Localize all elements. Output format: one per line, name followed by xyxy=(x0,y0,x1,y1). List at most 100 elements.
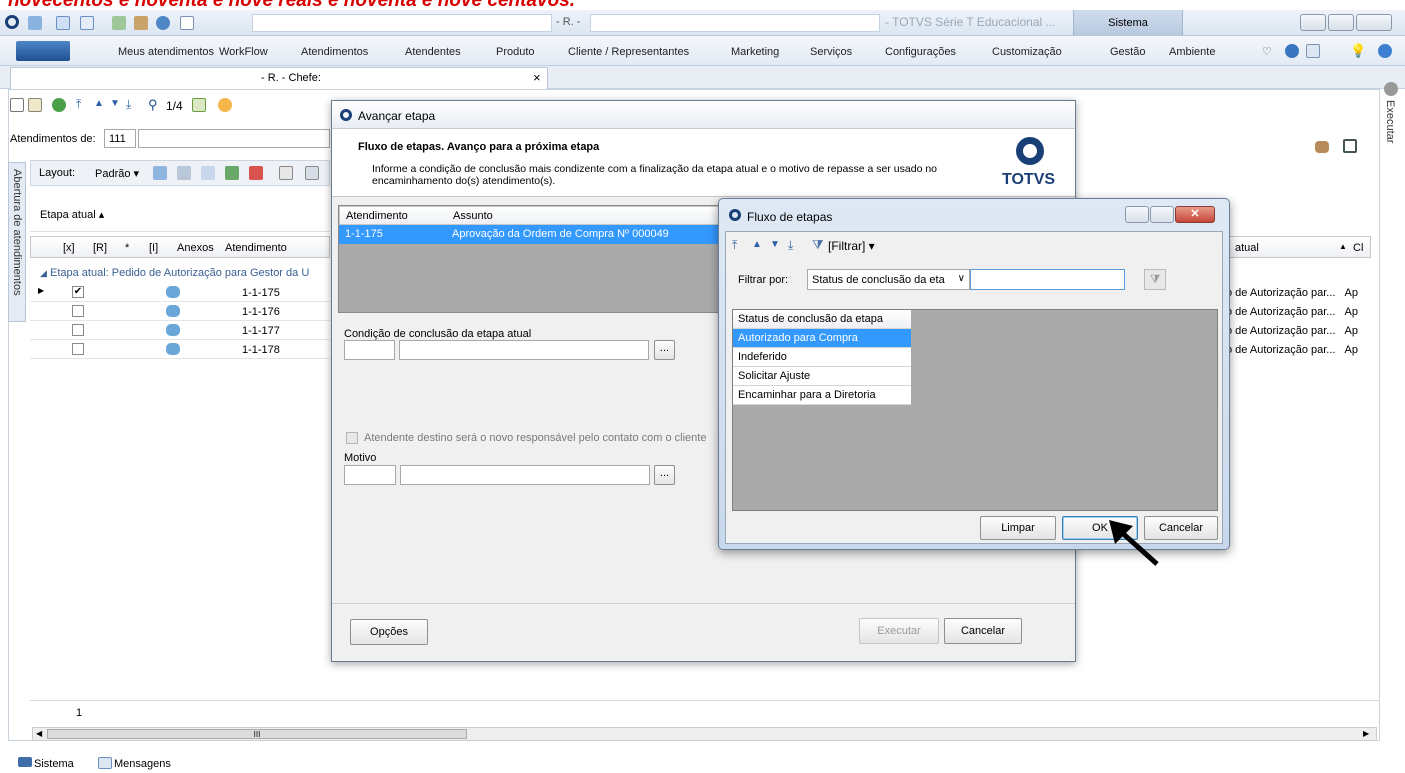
menu-atendimentos[interactable]: Atendimentos xyxy=(301,46,368,58)
first-icon[interactable]: ⤒ xyxy=(76,97,81,112)
cond-browse-button[interactable]: ... xyxy=(654,340,675,360)
document-tab-close-icon[interactable]: × xyxy=(533,70,541,85)
layout-save-icon[interactable] xyxy=(153,166,167,180)
globe-icon[interactable] xyxy=(156,16,170,30)
col-header-etapa-atual[interactable]: atual xyxy=(1235,242,1259,254)
col-header-star[interactable]: * xyxy=(125,242,129,254)
group-by-chip[interactable]: Etapa atual ▴ xyxy=(40,208,104,221)
menu-meus-atendimentos[interactable]: Meus atendimentos xyxy=(118,46,214,58)
novo-responsavel-checkbox[interactable] xyxy=(346,432,358,444)
layout-load-icon[interactable] xyxy=(177,166,191,180)
fluxo-minimize-button[interactable] xyxy=(1125,206,1149,223)
window-icon[interactable] xyxy=(80,16,94,30)
fluxo-first-icon[interactable]: ⤒ xyxy=(732,238,737,253)
fluxo-maximize-button[interactable] xyxy=(1150,206,1174,223)
motivo-code-input[interactable] xyxy=(344,465,396,485)
menu-ambiente[interactable]: Ambiente xyxy=(1169,46,1215,58)
menu-atendentes[interactable]: Atendentes xyxy=(405,46,461,58)
filtrar-por-select[interactable]: Status de conclusão da eta ∨ xyxy=(807,269,970,290)
table-row[interactable]: ▶ ✔ 1-1-175 xyxy=(30,284,330,302)
sort-asc-icon[interactable]: ▲ xyxy=(1339,242,1347,251)
filtrar-menu[interactable]: [Filtrar] ▾ xyxy=(828,239,875,253)
layout-import-icon[interactable] xyxy=(249,166,263,180)
list-item[interactable]: Encaminhar para a Diretoria xyxy=(733,386,911,405)
quick-access-icon[interactable] xyxy=(28,16,42,30)
bulb-icon[interactable]: 💡 xyxy=(1350,43,1366,59)
table-row[interactable]: 1-1-176 xyxy=(30,303,330,321)
menu-customizacao[interactable]: Customização xyxy=(992,46,1062,58)
col-header-anexos[interactable]: Anexos xyxy=(177,242,214,254)
motivo-browse-button[interactable]: ... xyxy=(654,465,675,485)
scroll-right-icon[interactable]: ▶ xyxy=(1363,729,1369,738)
fluxo-next-icon[interactable]: ▼ xyxy=(770,239,780,250)
avancar-grid-row[interactable]: 1-1-175 Aprovação da Ordem de Compra Nº … xyxy=(339,225,722,244)
table-row[interactable]: 1-1-178 xyxy=(30,341,330,359)
layout-preset-dropdown[interactable]: Padrão ▾ xyxy=(95,167,139,180)
limpar-button[interactable]: Limpar xyxy=(980,516,1056,540)
refresh-icon[interactable] xyxy=(52,98,66,112)
minimize-button[interactable] xyxy=(1300,14,1326,31)
layout-columns-icon[interactable] xyxy=(201,166,215,180)
close-window-button[interactable] xyxy=(1356,14,1392,31)
user-icon[interactable] xyxy=(1315,141,1329,153)
layout-config-icon[interactable] xyxy=(305,166,319,180)
list-item[interactable]: Solicitar Ajuste xyxy=(733,367,911,386)
document-tab[interactable]: - R. - Chefe: × xyxy=(10,67,548,89)
export-icon[interactable] xyxy=(218,98,232,112)
new-icon[interactable] xyxy=(10,98,24,112)
apply-filter-icon[interactable]: ⧩ xyxy=(1144,269,1166,290)
binoculars-icon[interactable]: ⚲ xyxy=(148,97,158,113)
fluxo-prev-icon[interactable]: ▲ xyxy=(752,239,762,250)
new-doc-icon[interactable] xyxy=(56,16,70,30)
row-checkbox[interactable] xyxy=(72,343,84,355)
horizontal-scrollbar[interactable]: ◀ III ▶ xyxy=(32,727,1377,741)
favorite-icon[interactable]: ♡ xyxy=(1262,45,1272,58)
menu-configuracoes[interactable]: Configurações xyxy=(885,46,956,58)
grid-icon[interactable] xyxy=(192,98,206,112)
layout-icon[interactable] xyxy=(1306,44,1320,58)
search-doc-icon[interactable] xyxy=(1343,139,1357,153)
fluxo-close-button[interactable]: ✕ xyxy=(1175,206,1215,223)
table-row[interactable]: 1-1-177 xyxy=(30,322,330,340)
col-header-atendimento[interactable]: Atendimento xyxy=(225,242,287,254)
avancar-col-atendimento[interactable]: Atendimento xyxy=(346,210,408,222)
row-checkbox[interactable] xyxy=(72,324,84,336)
menu-workflow[interactable]: WorkFlow xyxy=(219,46,268,58)
scroll-left-icon[interactable]: ◀ xyxy=(36,729,42,738)
edit-icon[interactable] xyxy=(28,98,42,112)
info-icon[interactable] xyxy=(1378,44,1392,58)
col-header-cl[interactable]: Cl xyxy=(1353,242,1363,254)
menu-servicos[interactable]: Serviços xyxy=(810,46,852,58)
opcoes-button[interactable]: Opções xyxy=(350,619,428,645)
group-row[interactable]: ◢ Etapa atual: Pedido de Autorização par… xyxy=(40,267,309,279)
next-icon[interactable]: ▼ xyxy=(110,98,120,109)
prev-icon[interactable]: ▲ xyxy=(94,98,104,109)
filter-funnel-icon[interactable]: ⧩ xyxy=(812,237,824,253)
list-item[interactable]: Autorizado para Compra xyxy=(733,329,911,348)
col-header-x[interactable]: [x] xyxy=(63,242,75,254)
row-checkbox[interactable]: ✔ xyxy=(72,286,84,298)
image-icon[interactable] xyxy=(112,16,126,30)
menu-gestao[interactable]: Gestão xyxy=(1110,46,1145,58)
menu-produto[interactable]: Produto xyxy=(496,46,535,58)
filter-code-input[interactable]: 111 xyxy=(104,129,136,148)
row-checkbox[interactable] xyxy=(72,305,84,317)
menu-marketing[interactable]: Marketing xyxy=(731,46,779,58)
layout-print-icon[interactable] xyxy=(279,166,293,180)
status-sistema[interactable]: Sistema xyxy=(34,758,74,770)
side-tab-left[interactable]: Abertura de atendimentos xyxy=(8,162,26,322)
avancar-col-assunto[interactable]: Assunto xyxy=(453,210,493,222)
cond-code-input[interactable] xyxy=(344,340,395,360)
sistema-tab[interactable]: Sistema xyxy=(1073,10,1183,36)
app-menu-button[interactable] xyxy=(16,41,70,61)
expand-icon[interactable]: ◢ xyxy=(40,268,47,278)
fluxo-last-icon[interactable]: ⤓ xyxy=(788,238,793,253)
filter-name-input[interactable] xyxy=(138,129,330,148)
list-item[interactable]: Indeferido xyxy=(733,348,911,367)
avancar-cancelar-button[interactable]: Cancelar xyxy=(944,618,1022,644)
last-icon[interactable]: ⤓ xyxy=(126,97,131,112)
scroll-thumb[interactable]: III xyxy=(47,729,467,739)
executar-button[interactable]: Executar xyxy=(859,618,939,644)
status-mensagens[interactable]: Mensagens xyxy=(114,758,171,770)
filter-text-input[interactable] xyxy=(970,269,1125,290)
